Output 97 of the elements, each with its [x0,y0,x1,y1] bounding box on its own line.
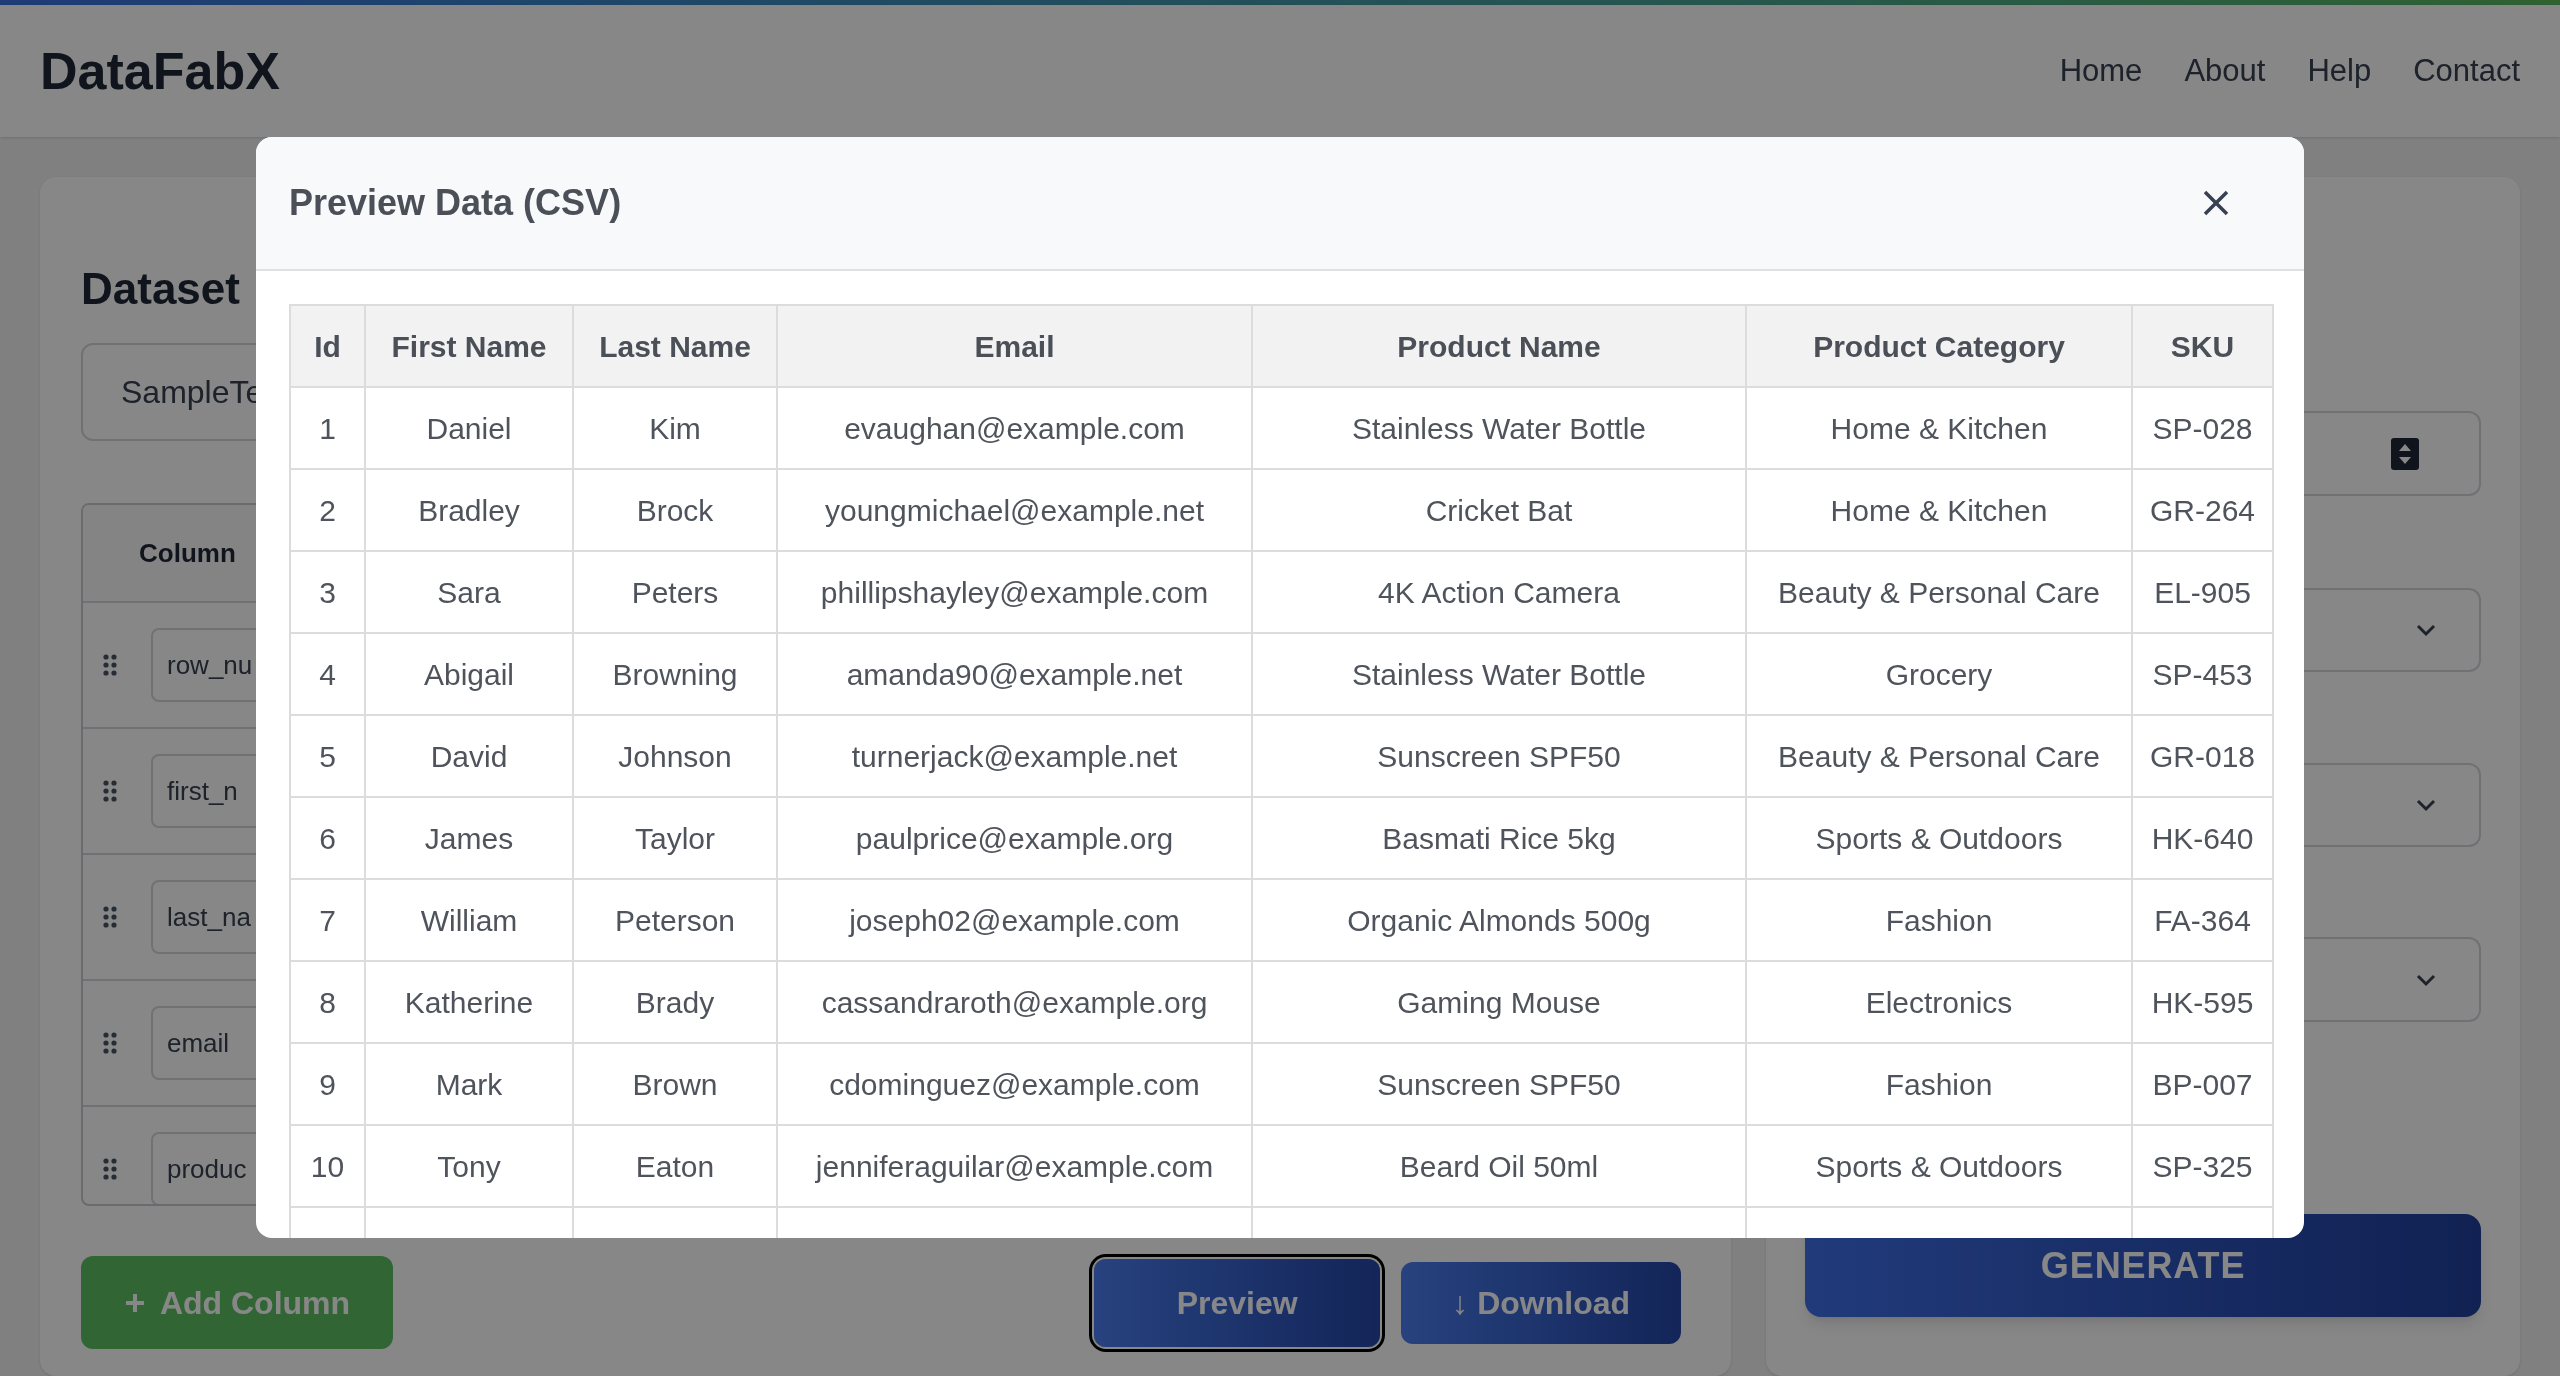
table-cell: 8 [290,961,365,1043]
table-cell: Beauty & Personal Care [1746,715,2132,797]
table-cell: HK-640 [2132,797,2273,879]
table-cell: turnerjack@example.net [777,715,1252,797]
table-cell: SP-453 [2132,633,2273,715]
table-cell: youngmichael@example.net [777,469,1252,551]
table-cell: Sara [365,551,573,633]
chevron-down-icon [2415,972,2437,987]
nav-link[interactable]: Help [2307,47,2372,95]
table-cell: Johnson [573,715,777,797]
table-cell: Brock [573,469,777,551]
column-header[interactable]: First Name [365,305,573,387]
plus-icon [123,1291,146,1314]
logo: DataFabX [40,41,280,102]
drag-handle-icon[interactable] [103,654,117,676]
table-cell: Katherine [365,961,573,1043]
table-cell: David [365,715,573,797]
nav-link[interactable]: Home [2059,47,2143,95]
spinner-icon [2391,437,2419,470]
table-cell: Home & Kitchen [1746,469,2132,551]
table-cell: Fashion [1746,879,2132,961]
table-cell: 5 [290,715,365,797]
table-cell: 6 [290,797,365,879]
table-cell: SP-325 [2132,1125,2273,1207]
table-cell: 4K Action Camera [1252,551,1746,633]
table-cell: Browning [573,633,777,715]
table-cell: Daniel [365,387,573,469]
table-cell: Brady [573,961,777,1043]
table-cell: Basmati Rice 5kg [1252,797,1746,879]
table-cell: William [365,879,573,961]
table-cell: Peters [573,551,777,633]
close-icon[interactable] [2202,189,2230,217]
table-cell: Grocery [1746,633,2132,715]
column-header[interactable]: Id [290,305,365,387]
table-cell: Peterson [573,879,777,961]
table-cell: Tony [365,1125,573,1207]
table-cell: 1 [290,387,365,469]
table-cell: Bradley [365,469,573,551]
nav-link[interactable]: Contact [2413,47,2520,95]
table-cell: Home & Kitchen [1746,387,2132,469]
table-cell: Beauty & Personal Care [1746,551,2132,633]
table-cell: paulprice@example.org [777,797,1252,879]
table-cell: GR-264 [2132,469,2273,551]
column-header[interactable]: Email [777,305,1252,387]
panel-heading: Dataset [81,263,240,315]
table-cell: jenniferaguilar@example.com [777,1125,1252,1207]
table-cell: Organic Almonds 500g [1252,879,1746,961]
table-cell: Gaming Mouse [1252,961,1746,1043]
drag-handle-icon[interactable] [103,780,117,802]
table-cell: BP-007 [2132,1043,2273,1125]
table-cell: 9 [290,1043,365,1125]
table-cell: Sunscreen SPF50 [1252,1043,1746,1125]
column-header[interactable]: Product Category [1746,305,2132,387]
column-header[interactable]: SKU [2132,305,2273,387]
table-cell: cdominguez@example.com [777,1043,1252,1125]
table-cell: FA-364 [2132,879,2273,961]
table-cell: Stainless Water Bottle [1252,387,1746,469]
table-cell: Abigail [365,633,573,715]
table-cell: Eaton [573,1125,777,1207]
drag-handle-icon[interactable] [103,906,117,928]
table-cell: Beard Oil 50ml [1252,1125,1746,1207]
table-cell: amanda90@example.net [777,633,1252,715]
nav-link[interactable]: About [2184,47,2266,95]
column-header[interactable]: Product Name [1252,305,1746,387]
chevron-down-icon [2415,623,2437,637]
table-cell: 2 [290,469,365,551]
table-cell: evaughan@example.com [777,387,1252,469]
table-cell: joseph02@example.com [777,879,1252,961]
table-cell: Kim [573,387,777,469]
table-cell: Mark [365,1043,573,1125]
download-button[interactable]: ↓ Download [1401,1261,1682,1344]
table-cell: Sunscreen SPF50 [1252,715,1746,797]
table-cell: cassandraroth@example.org [777,961,1252,1043]
table-cell: Stainless Water Bottle [1252,633,1746,715]
table-cell: phillipshayley@example.com [777,551,1252,633]
table-cell: 4 [290,633,365,715]
table-cell: SP-028 [2132,387,2273,469]
column-header: Column [139,536,236,570]
table-cell: 10 [290,1125,365,1207]
table-cell: GR-018 [2132,715,2273,797]
drag-handle-icon[interactable] [103,1158,117,1180]
table-cell: Brown [573,1043,777,1125]
table-cell: James [365,797,573,879]
table-cell: Taylor [573,797,777,879]
column-header[interactable]: Last Name [573,305,777,387]
table-cell: EL-905 [2132,551,2273,633]
table-cell: Sports & Outdoors [1746,797,2132,879]
table-cell: 7 [290,879,365,961]
table-cell: Cricket Bat [1252,469,1746,551]
table-cell: Sports & Outdoors [1746,1125,2132,1207]
table-cell: Electronics [1746,961,2132,1043]
table-cell: Fashion [1746,1043,2132,1125]
chevron-down-icon [2415,798,2437,812]
table-cell: 3 [290,551,365,633]
modal-title: Preview Data (CSV) [289,181,622,225]
drag-handle-icon[interactable] [103,1032,117,1054]
table-cell: HK-595 [2132,961,2273,1043]
